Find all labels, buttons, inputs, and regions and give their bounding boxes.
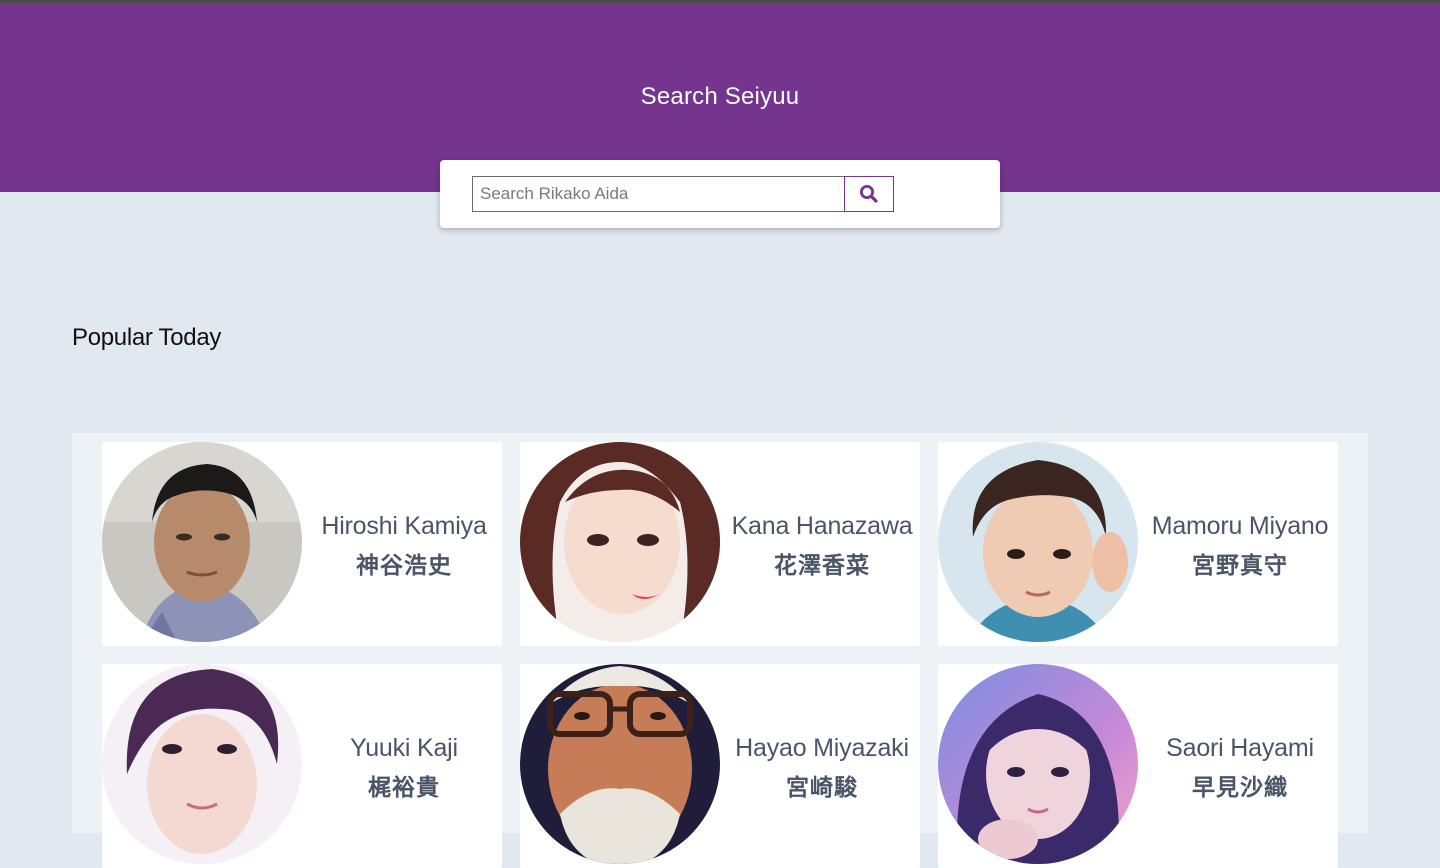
avatar xyxy=(520,664,720,864)
avatar xyxy=(102,664,302,864)
seiyuu-name-jp: 宮崎駿 xyxy=(786,774,858,800)
seiyuu-card-kana-hanazawa[interactable]: Kana Hanazawa 花澤香菜 xyxy=(520,442,920,646)
seiyuu-name-en: Yuuki Kaji xyxy=(350,734,458,762)
seiyuu-name-en: Hiroshi Kamiya xyxy=(321,512,487,540)
avatar xyxy=(520,442,720,642)
seiyuu-card-hiroshi-kamiya[interactable]: Hiroshi Kamiya 神谷浩史 xyxy=(102,442,502,646)
seiyuu-name-jp: 梶裕貴 xyxy=(368,774,440,800)
seiyuu-card-saori-hayami[interactable]: Saori Hayami 早見沙織 xyxy=(938,664,1338,868)
seiyuu-name-jp: 神谷浩史 xyxy=(356,552,452,578)
seiyuu-name-jp: 早見沙織 xyxy=(1192,774,1288,800)
avatar xyxy=(938,442,1138,642)
search-icon xyxy=(845,184,893,204)
seiyuu-name-en: Mamoru Miyano xyxy=(1151,512,1329,540)
search-card xyxy=(440,160,1000,228)
search-button[interactable] xyxy=(844,176,894,212)
popular-grid: Hiroshi Kamiya 神谷浩史 Kana Hanazawa 花澤香菜 M… xyxy=(72,433,1368,868)
seiyuu-name-en: Saori Hayami xyxy=(1166,734,1314,762)
seiyuu-card-mamoru-miyano[interactable]: Mamoru Miyano 宮野真守 xyxy=(938,442,1338,646)
seiyuu-name-en: Hayao Miyazaki xyxy=(735,734,909,762)
seiyuu-card-yuuki-kaji[interactable]: Yuuki Kaji 梶裕貴 xyxy=(102,664,502,868)
search-input[interactable] xyxy=(472,176,844,212)
seiyuu-name-jp: 宮野真守 xyxy=(1192,552,1288,578)
avatar xyxy=(938,664,1138,864)
avatar xyxy=(102,442,302,642)
page-title: Search Seiyuu xyxy=(640,83,800,110)
seiyuu-name-jp: 花澤香菜 xyxy=(774,552,870,578)
seiyuu-name-en: Kana Hanazawa xyxy=(731,512,913,540)
seiyuu-card-hayao-miyazaki[interactable]: Hayao Miyazaki 宮崎駿 xyxy=(520,664,920,868)
popular-today-title: Popular Today xyxy=(72,324,222,351)
